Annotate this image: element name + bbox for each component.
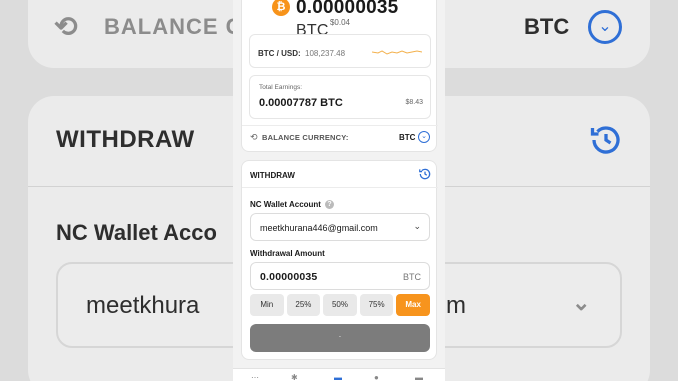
chevron-down-icon[interactable]: ⌄ [418,131,430,143]
percent-buttons: Min 25% 50% 75% Max [250,294,430,316]
nav-wallet-icon[interactable]: ▬ [334,374,342,381]
earnings-value: 0.00007787 BTC [259,97,343,109]
nav-grid-icon[interactable]: ⋯ [251,374,259,381]
bg-currency-icon: ⟲ [54,11,78,42]
75-percent-button[interactable]: 75% [359,294,394,316]
bg-email-right: m [446,292,466,319]
bitcoin-icon: ₿ [272,0,290,16]
balance-currency-value: BTC [399,133,416,142]
withdrawal-amount-unit: BTC [403,272,421,282]
bg-history-icon [590,126,620,154]
balance-currency-row[interactable]: ⟲ BALANCE CURRENCY: BTC ⌄ [242,125,438,149]
balance-amount-value: 0.00000035 [296,0,399,18]
nav-profile-icon[interactable]: ● [374,374,379,381]
withdraw-title: WITHDRAW [250,171,295,180]
nav-tasks-icon[interactable]: ✱ [291,374,298,381]
price-sparkline [372,50,422,55]
bg-chevron-icon: ⌄ [588,10,622,44]
bg-dropdown-icon: ⌄ [572,290,591,315]
bg-email-left: meetkhura [86,292,200,319]
wallet-account-label-text: NC Wallet Account [250,200,321,209]
balance-currency-label: BALANCE CURRENCY: [262,133,349,142]
balance-usd: $0.04 [329,18,351,27]
chevron-down-icon: ⌄ [413,221,421,231]
pair-label: BTC / USD: [258,49,301,58]
wallet-account-label: NC Wallet Account? [250,200,334,210]
price-pair-box: BTC / USD: 108,237.48 [249,34,431,68]
withdrawal-amount-label: Withdrawal Amount [250,249,325,258]
bg-withdraw-title: WITHDRAW [56,126,195,153]
withdrawal-amount-input[interactable]: 0.00000035 BTC [250,262,430,290]
bg-balance-currency-value: BTC [524,14,570,39]
help-icon[interactable]: ? [324,200,334,210]
bg-wallet-label: NC Wallet Acco [56,220,217,245]
withdraw-submit-button[interactable]: · [250,324,430,352]
max-button[interactable]: Max [396,294,430,316]
currency-exchange-icon: ⟲ [250,132,258,142]
pair-value: 108,237.48 [305,49,346,58]
25-percent-button[interactable]: 25% [286,294,321,316]
bottom-nav: ⋯ ✱ ▬ ● ▬ [233,368,445,381]
phone-screen: ₿ 0.00000035 BTC $0.04 BTC / USD: 108,23… [233,0,445,381]
nav-menu-icon[interactable]: ▬ [415,374,423,381]
bg-balance-currency-label: BALANCE C [104,14,243,39]
history-icon[interactable] [418,167,432,181]
withdraw-card: WITHDRAW NC Wallet Account? meetkhurana4… [241,160,438,360]
min-button[interactable]: Min [250,294,284,316]
balance-card: ₿ 0.00000035 BTC $0.04 BTC / USD: 108,23… [241,0,438,152]
withdraw-header: WITHDRAW [242,161,438,188]
wallet-account-value: meetkhurana446@gmail.com [260,223,378,233]
earnings-usd: $8.43 [405,99,423,106]
50-percent-button[interactable]: 50% [323,294,357,316]
earnings-box: Total Earnings: 0.00007787 BTC $8.43 [249,75,431,119]
withdrawal-amount-value: 0.00000035 [260,271,318,283]
earnings-label: Total Earnings: [259,84,302,91]
wallet-account-select[interactable]: meetkhurana446@gmail.com ⌄ [250,213,430,241]
